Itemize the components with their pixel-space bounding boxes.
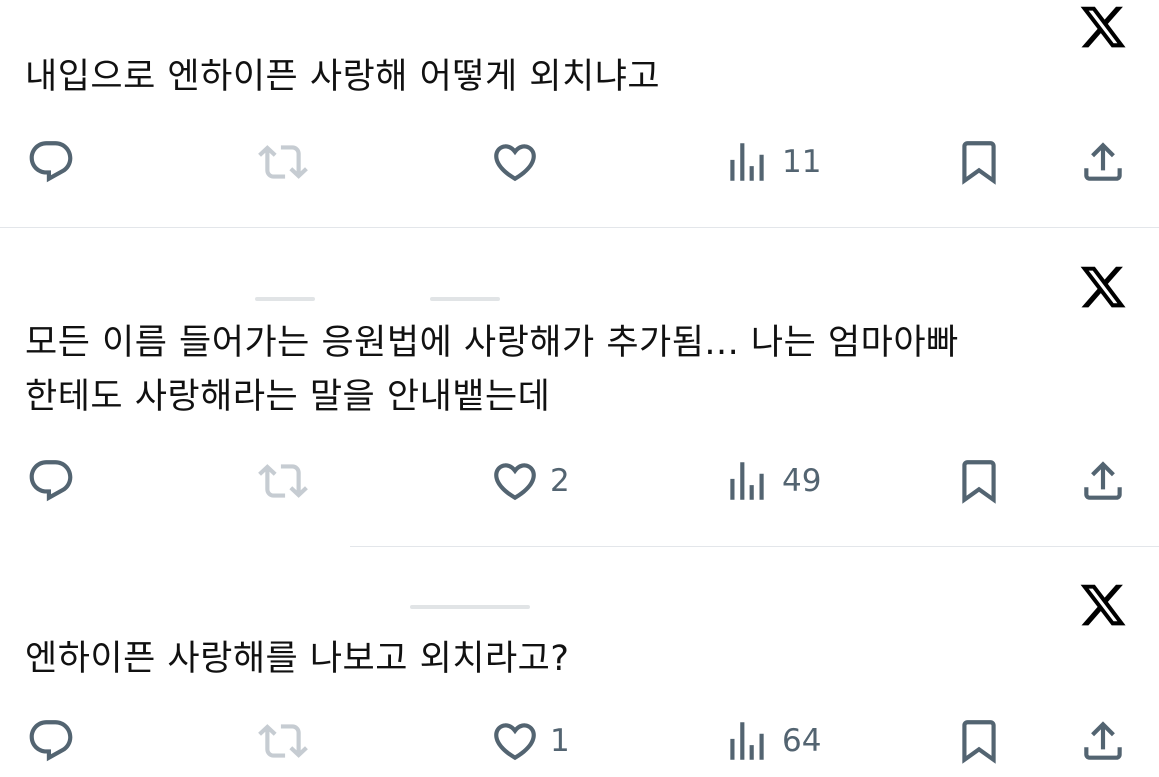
reply-button[interactable] <box>26 716 76 766</box>
x-logo-icon <box>1080 266 1126 308</box>
tweet-text: 모든 이름 들어가는 응원법에 사랑해가 추가됨... 나는 엄마아빠 한테도 … <box>25 316 959 424</box>
reply-button[interactable] <box>26 137 76 187</box>
views-button[interactable]: 49 <box>722 456 821 506</box>
like-count: 2 <box>550 463 570 499</box>
bookmark-icon <box>962 460 996 504</box>
tweet-text-line: 한테도 사랑해라는 말을 안내뱉는데 <box>25 377 551 417</box>
like-count: 1 <box>550 723 570 759</box>
share-icon <box>1084 461 1122 500</box>
view-count: 49 <box>782 463 822 499</box>
tweet-divider <box>0 227 1159 228</box>
tweet-text-line: 모든 이름 들어가는 응원법에 사랑해가 추가됨... 나는 엄마아빠 <box>25 323 959 363</box>
heart-icon <box>494 463 536 501</box>
share-button[interactable] <box>1078 716 1128 766</box>
analytics-icon <box>730 722 764 760</box>
reply-icon <box>29 720 73 762</box>
views-button[interactable]: 11 <box>722 137 821 187</box>
view-count: 11 <box>782 144 822 180</box>
bookmark-button[interactable] <box>954 716 1004 766</box>
heart-icon <box>494 723 536 761</box>
blurred-handle <box>410 605 530 609</box>
reply-icon <box>29 460 73 502</box>
share-icon <box>1084 142 1122 181</box>
share-button[interactable] <box>1078 456 1128 506</box>
blurred-handle <box>255 297 315 301</box>
analytics-icon <box>730 143 764 181</box>
bookmark-button[interactable] <box>954 137 1004 187</box>
repost-button[interactable] <box>258 456 308 506</box>
repost-icon <box>258 724 308 758</box>
reply-icon <box>29 141 73 183</box>
tweet-text-line: 엔하이픈 사랑해를 나보고 외치라고? <box>25 639 570 679</box>
repost-button[interactable] <box>258 716 308 766</box>
repost-icon <box>258 145 308 179</box>
share-icon <box>1084 721 1122 760</box>
tweet-divider <box>350 546 1159 547</box>
blurred-handle <box>430 297 500 301</box>
tweet-actions: 11 <box>0 137 1159 187</box>
x-logo-icon <box>1080 584 1126 626</box>
like-button[interactable]: 1 <box>490 716 570 766</box>
analytics-icon <box>730 462 764 500</box>
x-logo-icon <box>1080 6 1126 48</box>
view-count: 64 <box>782 723 822 759</box>
bookmark-icon <box>962 141 996 185</box>
like-button[interactable]: 2 <box>490 456 570 506</box>
share-button[interactable] <box>1078 137 1128 187</box>
like-button[interactable] <box>490 137 550 187</box>
reply-button[interactable] <box>26 456 76 506</box>
tweet-actions: 2 49 <box>0 456 1159 506</box>
tweet-text: 엔하이픈 사랑해를 나보고 외치라고? <box>25 632 569 686</box>
heart-icon <box>494 144 536 182</box>
views-button[interactable]: 64 <box>722 716 821 766</box>
bookmark-icon <box>962 720 996 764</box>
tweet-text: 내입으로 엔하이픈 사랑해 어떻게 외치냐고 <box>25 50 660 104</box>
tweet-text-line: 내입으로 엔하이픈 사랑해 어떻게 외치냐고 <box>25 57 661 97</box>
repost-button[interactable] <box>258 137 308 187</box>
repost-icon <box>258 464 308 498</box>
tweet-actions: 1 64 <box>0 716 1159 766</box>
bookmark-button[interactable] <box>954 456 1004 506</box>
